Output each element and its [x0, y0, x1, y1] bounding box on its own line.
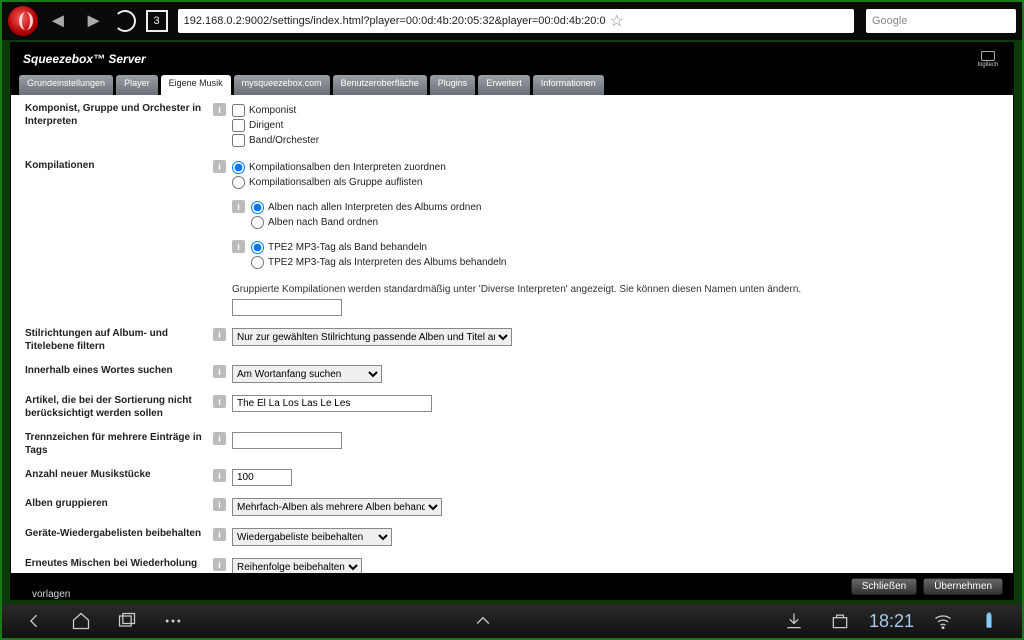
tab-benutzeroberflaeche[interactable]: Benutzeroberfläche — [333, 75, 427, 95]
info-icon[interactable]: i — [232, 240, 245, 253]
hint-overlay: vorlagen — [32, 589, 70, 600]
apply-button[interactable]: Übernehmen — [923, 578, 1003, 595]
back-button[interactable]: ◄ — [42, 10, 74, 33]
tab-count-button[interactable]: 3 — [146, 10, 168, 32]
radio-tpe2-artist[interactable]: TPE2 MP3-Tag als Interpreten des Albums … — [251, 255, 999, 270]
tab-player[interactable]: Player — [116, 75, 158, 95]
status-wifi-icon — [928, 610, 958, 632]
search-input[interactable]: Google — [866, 9, 1016, 33]
select-word-search[interactable]: Am Wortanfang suchen — [232, 365, 382, 383]
select-genre-filter[interactable]: Nur zur gewählten Stilrichtung passende … — [232, 328, 512, 346]
info-icon[interactable]: i — [213, 328, 226, 341]
label-group-albums: Alben gruppieren — [25, 498, 213, 511]
label-genre-filter: Stilrichtungen auf Album- und Titelebene… — [25, 328, 213, 353]
status-download-icon — [779, 610, 809, 632]
tab-erweitert[interactable]: Erweitert — [478, 75, 530, 95]
radio-comp-as-group[interactable]: Kompilationsalben als Gruppe auflisten — [232, 175, 999, 190]
checkbox-komponist[interactable]: Komponist — [232, 103, 999, 118]
info-icon[interactable]: i — [213, 365, 226, 378]
select-reshuffle[interactable]: Reihenfolge beibehalten — [232, 558, 362, 573]
nav-recent-icon[interactable] — [112, 610, 142, 632]
info-icon[interactable]: i — [213, 469, 226, 482]
tab-mysqueezebox[interactable]: mysqueezebox.com — [234, 75, 330, 95]
radio-sort-band[interactable]: Alben nach Band ordnen — [251, 215, 999, 230]
tab-eigene-musik[interactable]: Eigene Musik — [161, 75, 231, 95]
label-word-search: Innerhalb eines Wortes suchen — [25, 365, 213, 378]
info-icon[interactable]: i — [213, 395, 226, 408]
reload-icon[interactable] — [114, 10, 136, 32]
radio-comp-assign-artist[interactable]: Kompilationsalben den Interpreten zuordn… — [232, 160, 999, 175]
compilations-help-text: Gruppierte Kompilationen werden standard… — [232, 284, 999, 295]
nav-home-icon[interactable] — [66, 610, 96, 632]
status-store-icon — [825, 610, 855, 632]
compilations-name-input[interactable] — [232, 299, 342, 316]
input-separator[interactable] — [232, 432, 342, 449]
label-keep-playlists: Geräte-Wiedergabelisten beibehalten — [25, 528, 213, 541]
opera-logo-icon — [8, 6, 38, 36]
tab-plugins[interactable]: Plugins — [430, 75, 476, 95]
tabs-bar: Grundeinstellungen Player Eigene Musik m… — [11, 75, 1013, 95]
info-icon[interactable]: i — [213, 528, 226, 541]
close-button[interactable]: Schließen — [851, 578, 917, 595]
checkbox-dirigent[interactable]: Dirigent — [232, 118, 999, 133]
label-separator: Trennzeichen für mehrere Einträge in Tag… — [25, 432, 213, 457]
app-title: Squeezebox™ Server — [23, 52, 146, 66]
info-icon[interactable]: i — [232, 200, 245, 213]
select-keep-playlists[interactable]: Wiedergabeliste beibehalten — [232, 528, 392, 546]
forward-button[interactable]: ► — [78, 10, 110, 33]
radio-sort-all-artists[interactable]: Alben nach allen Interpreten des Albums … — [251, 200, 999, 215]
tab-informationen[interactable]: Informationen — [533, 75, 604, 95]
status-clock: 18:21 — [869, 611, 914, 632]
info-icon[interactable]: i — [213, 103, 226, 116]
info-icon[interactable]: i — [213, 432, 226, 445]
logitech-logo-icon: logitech — [975, 49, 1001, 69]
label-compilations: Kompilationen — [25, 160, 213, 173]
input-new-count[interactable] — [232, 469, 292, 486]
label-new-count: Anzahl neuer Musikstücke — [25, 469, 213, 482]
checkbox-bandorchester[interactable]: Band/Orchester — [232, 133, 999, 148]
label-articles: Artikel, die bei der Sortierung nicht be… — [25, 395, 213, 420]
input-articles[interactable] — [232, 395, 432, 412]
label-reshuffle: Erneutes Mischen bei Wiederholung — [25, 558, 213, 571]
nav-menu-icon[interactable] — [158, 610, 188, 632]
tab-grundeinstellungen[interactable]: Grundeinstellungen — [19, 75, 113, 95]
nav-up-icon[interactable] — [468, 610, 498, 632]
url-bar[interactable]: 192.168.0.2:9002/settings/index.html?pla… — [178, 9, 854, 33]
select-group-albums[interactable]: Mehrfach-Alben als mehrere Alben behande… — [232, 498, 442, 516]
info-icon[interactable]: i — [213, 498, 226, 511]
status-battery-icon — [974, 610, 1004, 632]
url-text: 192.168.0.2:9002/settings/index.html?pla… — [184, 15, 606, 27]
info-icon[interactable]: i — [213, 558, 226, 571]
label-composer: Komponist, Gruppe und Orchester in Inter… — [25, 103, 213, 128]
nav-back-icon[interactable] — [20, 610, 50, 632]
info-icon[interactable]: i — [213, 160, 226, 173]
bookmark-star-icon[interactable]: ☆ — [610, 11, 624, 31]
radio-tpe2-band[interactable]: TPE2 MP3-Tag als Band behandeln — [251, 240, 999, 255]
